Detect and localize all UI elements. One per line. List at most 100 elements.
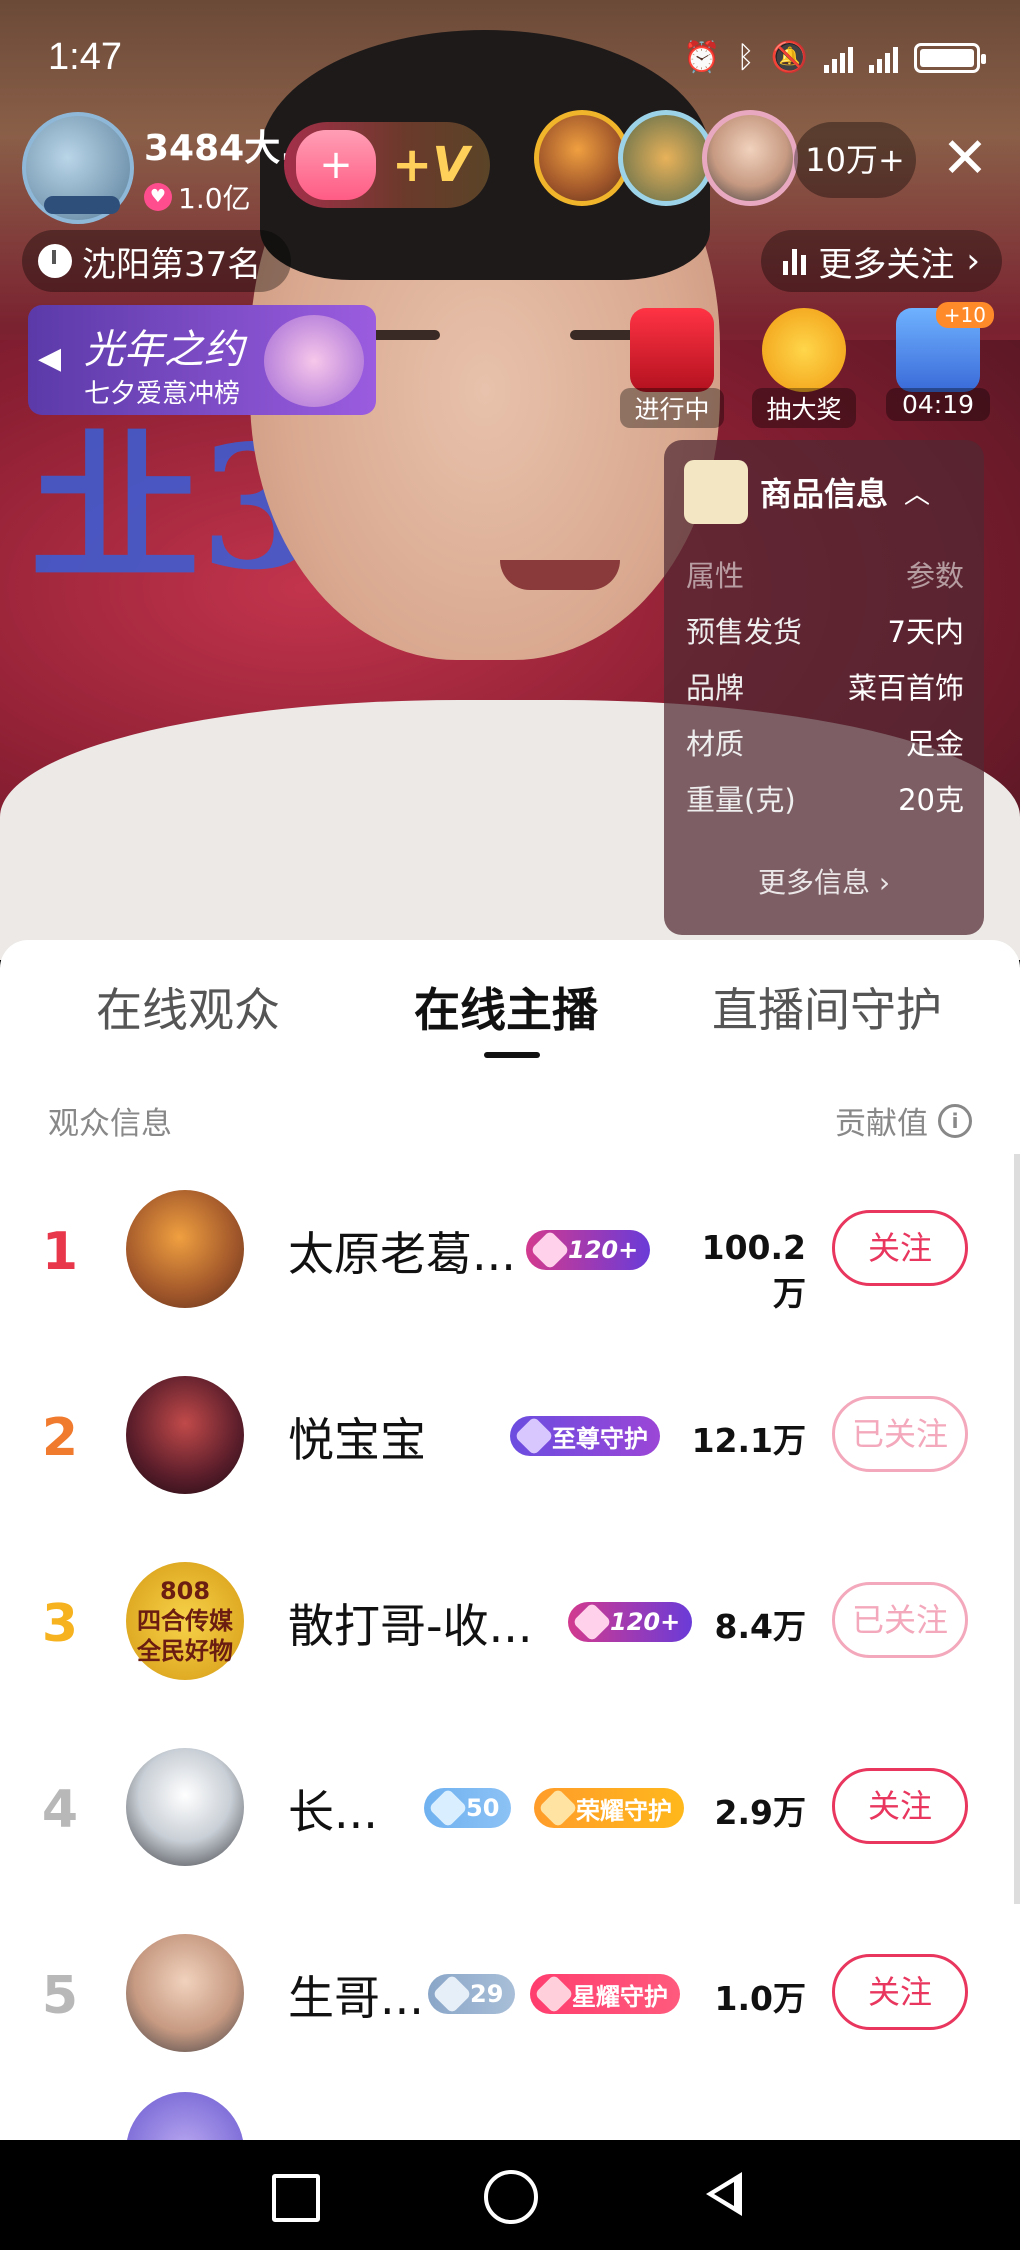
diamond-icon bbox=[432, 1974, 472, 2014]
avatar[interactable] bbox=[126, 1934, 244, 2052]
streamer-eye bbox=[370, 330, 440, 340]
avatar[interactable] bbox=[126, 1190, 244, 1308]
top-fans[interactable] bbox=[534, 110, 798, 206]
alarm-icon: ⏰ bbox=[683, 40, 721, 75]
heart-plus-icon: + bbox=[296, 130, 376, 200]
list-header-left: 观众信息 bbox=[48, 1106, 172, 1142]
viewer-name: 长... bbox=[288, 1785, 378, 1839]
chevron-right-icon: › bbox=[966, 241, 980, 281]
crown-icon bbox=[514, 1416, 554, 1456]
activity-running[interactable]: 进行中 bbox=[620, 308, 724, 428]
attr-key: 重量(克) bbox=[686, 783, 796, 817]
product-info-panel[interactable]: 商品信息 ︿ 属性 参数 预售发货 7天内 品牌 菜百首饰 材质 足金 重量(克) 20克… bbox=[664, 440, 984, 935]
more-follow-label: 更多关注 bbox=[818, 244, 955, 285]
tab-room-guardians[interactable]: 直播间守护 bbox=[712, 974, 942, 1040]
top-fan-avatar[interactable] bbox=[618, 110, 714, 206]
top-fan-avatar[interactable] bbox=[702, 110, 798, 206]
activity-timer[interactable]: +10 04:19 bbox=[886, 302, 994, 421]
follow-button[interactable]: 关注 bbox=[832, 1210, 968, 1286]
banner-subtitle: 七夕爱意冲榜 bbox=[84, 379, 241, 409]
avatar-text: 808 四合传媒 全民好物 bbox=[137, 1577, 233, 1665]
avatar[interactable] bbox=[126, 1376, 244, 1494]
product-attr-row: 预售发货 7天内 bbox=[686, 604, 964, 660]
list-item[interactable]: 2 悦宝宝 至尊守护 12.1万 已关注 bbox=[0, 1342, 1020, 1528]
close-button[interactable]: ✕ bbox=[930, 124, 1000, 194]
lottery-icon bbox=[762, 308, 846, 392]
followed-button[interactable]: 已关注 bbox=[832, 1582, 968, 1658]
attr-key: 材质 bbox=[686, 727, 745, 761]
product-attributes: 属性 参数 预售发货 7天内 品牌 菜百首饰 材质 足金 重量(克) 20克 bbox=[686, 548, 964, 828]
guardian-badge-text: 星耀守护 bbox=[572, 1982, 668, 2011]
guardian-badge-text: 荣耀守护 bbox=[576, 1796, 672, 1825]
audience-count[interactable]: 10万+ bbox=[794, 122, 916, 198]
clock-icon bbox=[38, 244, 72, 278]
timer-badge: +10 bbox=[935, 302, 994, 328]
activity-running-label: 进行中 bbox=[620, 388, 724, 428]
guardian-badge: 星耀守护 bbox=[530, 1974, 680, 2014]
attr-key: 属性 bbox=[686, 559, 745, 593]
follow-button[interactable]: 关注 bbox=[832, 1954, 968, 2030]
avatar[interactable] bbox=[126, 1748, 244, 1866]
avatar[interactable]: 808 四合传媒 全民好物 bbox=[126, 1562, 244, 1680]
activity-draw[interactable]: 抽大奖 bbox=[752, 308, 856, 428]
top-fan-avatar[interactable] bbox=[534, 110, 630, 206]
recents-icon[interactable] bbox=[260, 2162, 326, 2228]
status-bar: 1:47 ⏰ ᛒ 🔕 bbox=[0, 0, 1020, 120]
followed-button[interactable]: 已关注 bbox=[832, 1396, 968, 1472]
info-icon[interactable]: i bbox=[938, 1103, 972, 1138]
tab-online-audience[interactable]: 在线观众 bbox=[96, 974, 280, 1040]
avatar[interactable] bbox=[126, 2092, 244, 2140]
host-avatar[interactable] bbox=[22, 112, 134, 224]
product-thumbnail bbox=[684, 460, 748, 524]
list-item[interactable]: 4 长... 50 荣耀守护 2.9万 关注 bbox=[0, 1714, 1020, 1900]
list-item[interactable] bbox=[0, 2086, 1020, 2140]
city-rank[interactable]: 沈阳第37名 bbox=[22, 230, 292, 292]
list-item[interactable]: 1 太原老葛... 120+ 100.2万 关注 bbox=[0, 1156, 1020, 1342]
list-header: 观众信息 贡献值 i bbox=[48, 1098, 972, 1143]
level-badge: 120+ bbox=[568, 1602, 693, 1642]
back-icon[interactable] bbox=[694, 2162, 760, 2228]
product-attr-row: 重量(克) 20克 bbox=[686, 772, 964, 828]
follow-button[interactable]: 关注 bbox=[832, 1768, 968, 1844]
host-info[interactable]: 3484大... ♥ 1.0亿 bbox=[22, 112, 321, 224]
more-follow-button[interactable]: 更多关注 › bbox=[761, 230, 1002, 292]
product-attr-row: 属性 参数 bbox=[686, 548, 964, 604]
tab-indicator bbox=[484, 1052, 540, 1058]
status-time: 1:47 bbox=[48, 36, 122, 78]
level-badge-text: 120+ bbox=[568, 1236, 639, 1264]
product-more-info-link[interactable]: 更多信息 › bbox=[664, 861, 984, 901]
product-info-header[interactable]: 商品信息 ︿ bbox=[684, 460, 930, 524]
guardian-badge: 至尊守护 bbox=[510, 1416, 660, 1456]
list-item[interactable]: 5 生哥... 29 星耀守护 1.0万 关注 bbox=[0, 1900, 1020, 2086]
rank-number: 1 bbox=[41, 1222, 79, 1282]
attr-value: 20克 bbox=[898, 783, 964, 817]
product-attr-row: 品牌 菜百首饰 bbox=[686, 660, 964, 716]
activity-draw-label: 抽大奖 bbox=[752, 388, 856, 428]
chevron-left-icon[interactable]: ◀ bbox=[38, 341, 61, 376]
tab-online-streamers[interactable]: 在线主播 bbox=[414, 974, 598, 1040]
fan-level-badge: 29 bbox=[428, 1974, 516, 2014]
list-item[interactable]: 3 808 四合传媒 全民好物 散打哥-收... 120+ 8.4万 已关注 bbox=[0, 1528, 1020, 1714]
event-banner[interactable]: ◀ 光年之约 七夕爱意冲榜 bbox=[28, 305, 376, 415]
live-video[interactable]: 㐀3 1:47 ⏰ ᛒ 🔕 3484大... ♥ 1.0亿 + +V 10万+ … bbox=[0, 0, 1020, 960]
fan-level-badge: 50 bbox=[424, 1788, 512, 1828]
viewer-name: 太原老葛... bbox=[288, 1227, 516, 1281]
activity-running-icon bbox=[630, 308, 714, 392]
join-fanclub-button[interactable]: + +V bbox=[284, 122, 490, 208]
home-icon[interactable] bbox=[476, 2162, 542, 2228]
heart-icon: ♥ bbox=[144, 183, 172, 211]
city-rank-label: 沈阳第37名 bbox=[82, 244, 262, 285]
attr-key: 品牌 bbox=[686, 671, 745, 705]
audience-sheet: 在线观众 在线主播 直播间守护 观众信息 贡献值 i 1 太原老葛... 120… bbox=[0, 940, 1020, 2140]
signal-icon bbox=[824, 43, 853, 73]
host-avatar-tag bbox=[44, 196, 120, 214]
attr-value: 菜百首饰 bbox=[847, 671, 964, 705]
guardian-badge: 荣耀守护 bbox=[534, 1788, 684, 1828]
list-header-right: 贡献值 i bbox=[835, 1098, 972, 1143]
crown-icon bbox=[572, 1602, 612, 1642]
contribution-score: 8.4万 bbox=[714, 1607, 806, 1646]
attr-value: 参数 bbox=[905, 559, 964, 593]
banner-title: 光年之约 bbox=[84, 327, 244, 373]
attr-key: 预售发货 bbox=[686, 615, 803, 649]
rank-number: 4 bbox=[41, 1780, 79, 1840]
